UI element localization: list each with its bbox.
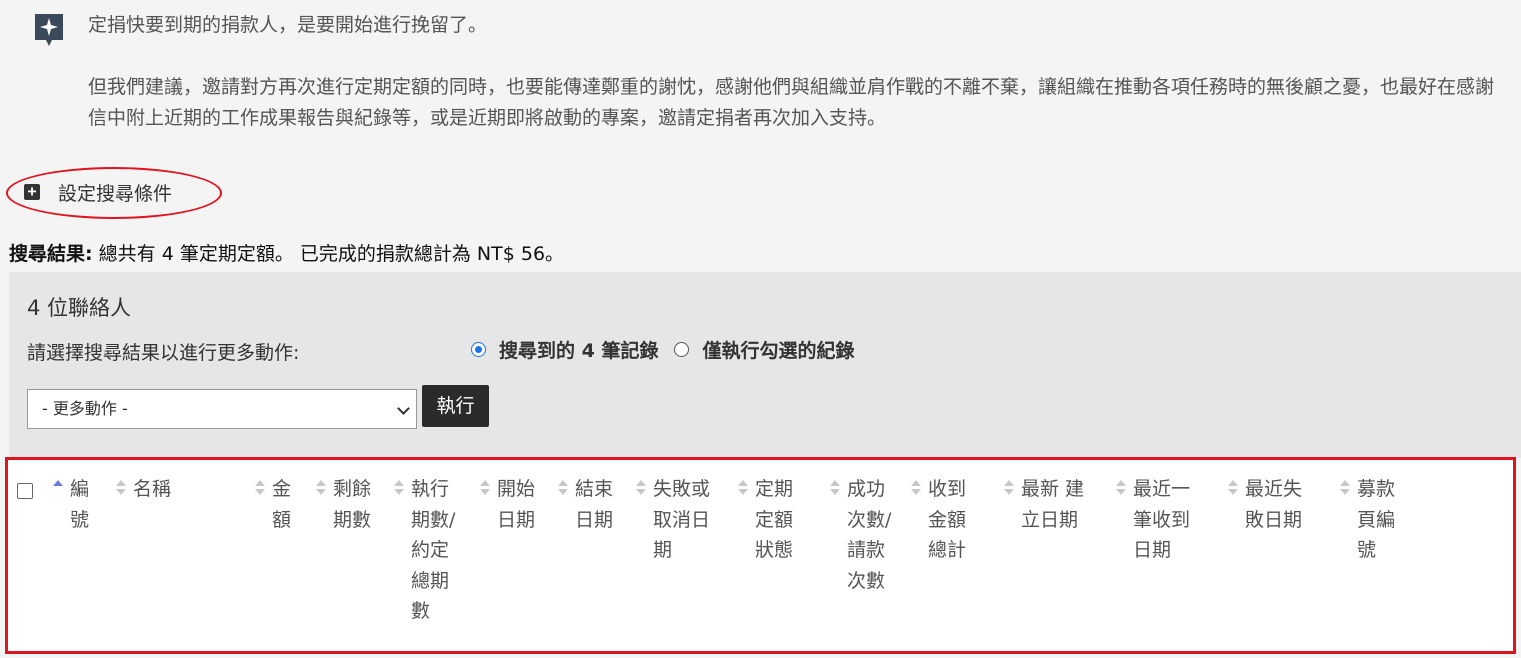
radio-selected-records[interactable] bbox=[674, 342, 690, 357]
chevron-down-icon bbox=[397, 402, 410, 415]
select-all-checkbox[interactable] bbox=[17, 483, 33, 499]
column-header-success-count[interactable]: 成功次數/請款次數 bbox=[847, 474, 897, 596]
column-header-failed-cancel-date[interactable]: 失敗或取消日期 bbox=[653, 474, 725, 566]
sort-icon[interactable] bbox=[255, 480, 265, 496]
sort-icon[interactable] bbox=[316, 480, 326, 496]
sort-icon[interactable] bbox=[911, 480, 921, 496]
summary-label: 搜尋結果: bbox=[9, 243, 93, 265]
sort-icon[interactable] bbox=[1340, 480, 1350, 496]
highlight-ellipse bbox=[6, 167, 222, 219]
radio-all-records[interactable] bbox=[471, 342, 486, 357]
column-header-remaining[interactable]: 剩餘期數 bbox=[333, 474, 388, 535]
tip-line-2: 但我們建議，邀請對方再次進行定期定額的同時，也要能傳達鄭重的謝忱，感謝他們與組織… bbox=[88, 76, 1495, 129]
column-header-status[interactable]: 定期定額狀態 bbox=[755, 474, 805, 566]
more-actions-value: - 更多動作 - bbox=[42, 399, 128, 418]
sort-icon[interactable] bbox=[1004, 480, 1014, 496]
sort-icon[interactable] bbox=[636, 480, 646, 496]
execute-button[interactable]: 執行 bbox=[422, 385, 489, 427]
sparkle-bookmark-icon bbox=[35, 14, 63, 46]
sort-icon[interactable] bbox=[480, 480, 490, 496]
column-header-name[interactable]: 名稱 bbox=[133, 474, 243, 505]
sort-icon[interactable] bbox=[738, 480, 748, 496]
column-header-received-total[interactable]: 收到金額總計 bbox=[928, 474, 978, 566]
actions-panel: 4 位聯絡人 請選擇搜尋結果以進行更多動作: 搜尋到的 4 筆記錄 僅執行勾選的… bbox=[9, 272, 1521, 458]
column-header-executed-total[interactable]: 執行期數/約定總期數 bbox=[411, 474, 461, 627]
column-header-start-date[interactable]: 開始日期 bbox=[497, 474, 547, 535]
more-actions-select[interactable]: - 更多動作 - bbox=[27, 389, 417, 429]
column-header-id[interactable]: 編號 bbox=[70, 474, 102, 535]
results-table-header: 編號 名稱 金額 剩餘期數 執行期數/約定總期數 開始日期 結束日期 失敗或取消… bbox=[5, 457, 1516, 654]
contact-count-title: 4 位聯絡人 bbox=[27, 296, 132, 320]
tip-line-1: 定捐快要到期的捐款人，是要開始進行挽留了。 bbox=[88, 14, 488, 36]
sort-icon[interactable] bbox=[1228, 480, 1238, 496]
column-header-latest-created[interactable]: 最新 建立日期 bbox=[1021, 474, 1093, 535]
search-summary: 搜尋結果: 總共有 4 筆定期定額。 已完成的捐款總計為 NT$ 56。 bbox=[9, 240, 564, 268]
radio-selected-label[interactable]: 僅執行勾選的紀錄 bbox=[702, 336, 854, 363]
column-header-last-received[interactable]: 最近一筆收到日期 bbox=[1133, 474, 1205, 566]
sort-icon[interactable] bbox=[830, 480, 840, 496]
tip-text: 定捐快要到期的捐款人，是要開始進行挽留了。 但我們建議，邀請對方再次進行定期定額… bbox=[88, 10, 1508, 165]
sort-icon[interactable] bbox=[394, 480, 404, 496]
column-header-end-date[interactable]: 結束日期 bbox=[575, 474, 625, 535]
sort-icon[interactable] bbox=[1116, 480, 1126, 496]
summary-text: 總共有 4 筆定期定額。 已完成的捐款總計為 NT$ 56。 bbox=[98, 243, 565, 265]
column-header-amount[interactable]: 金額 bbox=[272, 474, 300, 535]
scope-radio-group: 搜尋到的 4 筆記錄 僅執行勾選的紀錄 bbox=[471, 336, 870, 363]
radio-all-label[interactable]: 搜尋到的 4 筆記錄 bbox=[499, 336, 658, 363]
sort-icon[interactable] bbox=[53, 480, 63, 496]
actions-prompt: 請選擇搜尋結果以進行更多動作: bbox=[27, 342, 300, 364]
column-header-page-id[interactable]: 募款頁編號 bbox=[1357, 474, 1407, 566]
tip-box: 定捐快要到期的捐款人，是要開始進行挽留了。 但我們建議，邀請對方再次進行定期定額… bbox=[0, 0, 1521, 160]
sort-icon[interactable] bbox=[558, 480, 568, 496]
sort-icon[interactable] bbox=[116, 480, 126, 496]
column-header-last-failed[interactable]: 最近失敗日期 bbox=[1245, 474, 1317, 535]
